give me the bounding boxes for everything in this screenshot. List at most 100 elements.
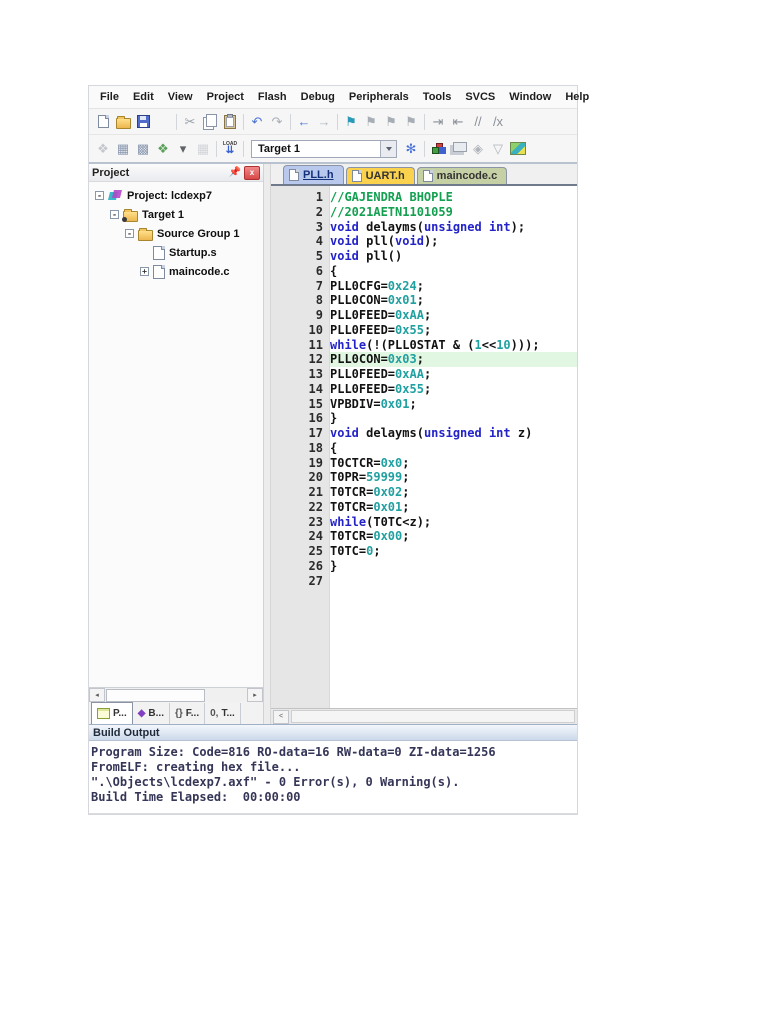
line-number: 4 (271, 234, 330, 249)
menu-item-tools[interactable]: Tools (416, 91, 459, 103)
tab-pll-h[interactable]: PLL.h (283, 165, 344, 184)
file-toolbar: ✂↶↷←→⚑⚑⚑⚑⇥⇤///x (89, 109, 577, 135)
copy-icon[interactable] (200, 112, 220, 131)
tree-item-target-1[interactable]: - Target 1 (89, 205, 263, 224)
templates-tab[interactable]: 0,T... (205, 703, 241, 724)
download-to-flash-icon[interactable]: LOAD⇊ (220, 139, 240, 158)
batch-build-icon[interactable]: ❖ (153, 139, 173, 158)
undo-icon[interactable]: ↶ (247, 112, 267, 131)
panel-splitter[interactable] (264, 164, 271, 724)
build-output-line: Build Time Elapsed: 00:00:00 (91, 790, 575, 805)
panel-tab-bar: P...◆B...{}F...0,T... (89, 702, 263, 724)
file-icon (153, 265, 165, 279)
paste-icon[interactable] (220, 112, 240, 131)
code-line: 21T0TCR=0x02; (271, 485, 577, 500)
redo-icon[interactable]: ↷ (267, 112, 287, 131)
tree-item-label: Target 1 (142, 209, 184, 221)
tree-item-source-group-1[interactable]: -Source Group 1 (89, 224, 263, 243)
tree-item-maincode-c[interactable]: +maincode.c (89, 262, 263, 281)
code-line: 6{ (271, 264, 577, 279)
menu-item-view[interactable]: View (161, 91, 200, 103)
tab-uart-h[interactable]: UART.h (346, 167, 415, 184)
menu-item-edit[interactable]: Edit (126, 91, 161, 103)
tab-label: T... (221, 708, 234, 719)
open-file-icon[interactable] (113, 112, 133, 131)
scroll-left-icon[interactable]: < (273, 710, 289, 724)
close-icon[interactable]: x (244, 166, 260, 180)
project-tab[interactable]: P... (91, 702, 133, 724)
save-icon[interactable] (133, 112, 153, 131)
menu-item-svcs[interactable]: SVCS (458, 91, 502, 103)
software-packs-icon[interactable] (508, 139, 528, 158)
scroll-left-icon[interactable]: ◂ (89, 688, 105, 702)
next-bookmark-icon[interactable]: ⚑ (361, 112, 381, 131)
tab-prefix-glyph: 0, (210, 708, 218, 719)
collapse-icon[interactable]: - (110, 210, 119, 219)
menu-bar: FileEditViewProjectFlashDebugPeripherals… (89, 86, 577, 109)
functions-tab[interactable]: {}F... (170, 703, 205, 724)
batch-build-caret-icon[interactable]: ▾ (173, 139, 193, 158)
code-line: 23while(T0TC<z); (271, 515, 577, 530)
project-tree[interactable]: -Project: lcdexp7-Target 1-Source Group … (89, 182, 263, 687)
build-icon[interactable]: ▦ (113, 139, 133, 158)
collapse-icon[interactable]: - (95, 191, 104, 200)
navigate-forward-icon[interactable]: → (314, 112, 334, 131)
scrollbar-thumb[interactable] (106, 689, 205, 702)
code-line: 27 (271, 574, 577, 589)
tab-maincode-c[interactable]: maincode.c (417, 167, 508, 184)
toolbar-separator (424, 141, 425, 157)
new-file-icon[interactable] (93, 112, 113, 131)
menu-item-debug[interactable]: Debug (294, 91, 342, 103)
comment-icon[interactable]: // (468, 112, 488, 131)
outdent-icon[interactable]: ⇤ (448, 112, 468, 131)
code-line: 24T0TCR=0x00; (271, 529, 577, 544)
code-view[interactable]: 1//GAJENDRA BHOPLE2//2021AETN11010593voi… (271, 186, 577, 708)
indent-icon[interactable]: ⇥ (428, 112, 448, 131)
uncomment-icon[interactable]: /x (488, 112, 508, 131)
scroll-right-icon[interactable]: ▸ (247, 688, 263, 702)
manage-project-items-icon[interactable] (428, 139, 448, 158)
project-panel-title: Project (92, 167, 129, 179)
cut-icon[interactable]: ✂ (180, 112, 200, 131)
save-all-icon[interactable] (153, 112, 173, 131)
collapse-icon[interactable]: - (125, 229, 134, 238)
menu-item-file[interactable]: File (93, 91, 126, 103)
menu-item-peripherals[interactable]: Peripherals (342, 91, 416, 103)
menu-item-window[interactable]: Window (502, 91, 558, 103)
books-tab[interactable]: ◆B... (133, 703, 170, 724)
expand-icon[interactable]: + (140, 267, 149, 276)
project-icon (108, 190, 123, 202)
chevron-down-icon[interactable] (380, 141, 396, 157)
target-select[interactable]: Target 1 (251, 140, 397, 158)
translate-icon[interactable]: ❖ (93, 139, 113, 158)
manage-books-icon[interactable] (448, 139, 468, 158)
editor-horizontal-scrollbar[interactable]: < (271, 708, 577, 724)
folder-icon (138, 230, 153, 241)
pin-icon[interactable]: 📌 (226, 167, 244, 178)
code-line: 9PLL0FEED=0xAA; (271, 308, 577, 323)
menu-item-help[interactable]: Help (558, 91, 596, 103)
menu-item-flash[interactable]: Flash (251, 91, 294, 103)
options-for-target-icon[interactable]: ✻ (401, 139, 421, 158)
clear-bookmarks-icon[interactable]: ⚑ (401, 112, 421, 131)
line-number: 12 (271, 352, 330, 367)
prev-bookmark-icon[interactable]: ⚑ (381, 112, 401, 131)
code-line: 12PLL0CON=0x03; (271, 352, 577, 367)
tab-label: B... (148, 708, 164, 719)
insert-bookmark-icon[interactable]: ⚑ (341, 112, 361, 131)
tree-item-startup-s[interactable]: Startup.s (89, 243, 263, 262)
toolbar-separator (424, 114, 425, 130)
scrollbar-track[interactable] (291, 710, 575, 723)
menu-item-project[interactable]: Project (200, 91, 251, 103)
rebuild-icon[interactable]: ▩ (133, 139, 153, 158)
stop-build-icon[interactable]: ▦ (193, 139, 213, 158)
build-output-line: ".\Objects\lcdexp7.axf" - 0 Error(s), 0 … (91, 775, 575, 790)
project-horizontal-scrollbar[interactable]: ◂ ▸ (89, 687, 263, 702)
code-line: 5void pll() (271, 249, 577, 264)
tree-item-project-lcdexp7[interactable]: -Project: lcdexp7 (89, 186, 263, 205)
navigate-back-icon[interactable]: ← (294, 112, 314, 131)
line-number: 8 (271, 293, 330, 308)
file-extensions-icon[interactable]: ▽ (488, 139, 508, 158)
manage-components-icon[interactable]: ◈ (468, 139, 488, 158)
code-line: 2//2021AETN1101059 (271, 205, 577, 220)
